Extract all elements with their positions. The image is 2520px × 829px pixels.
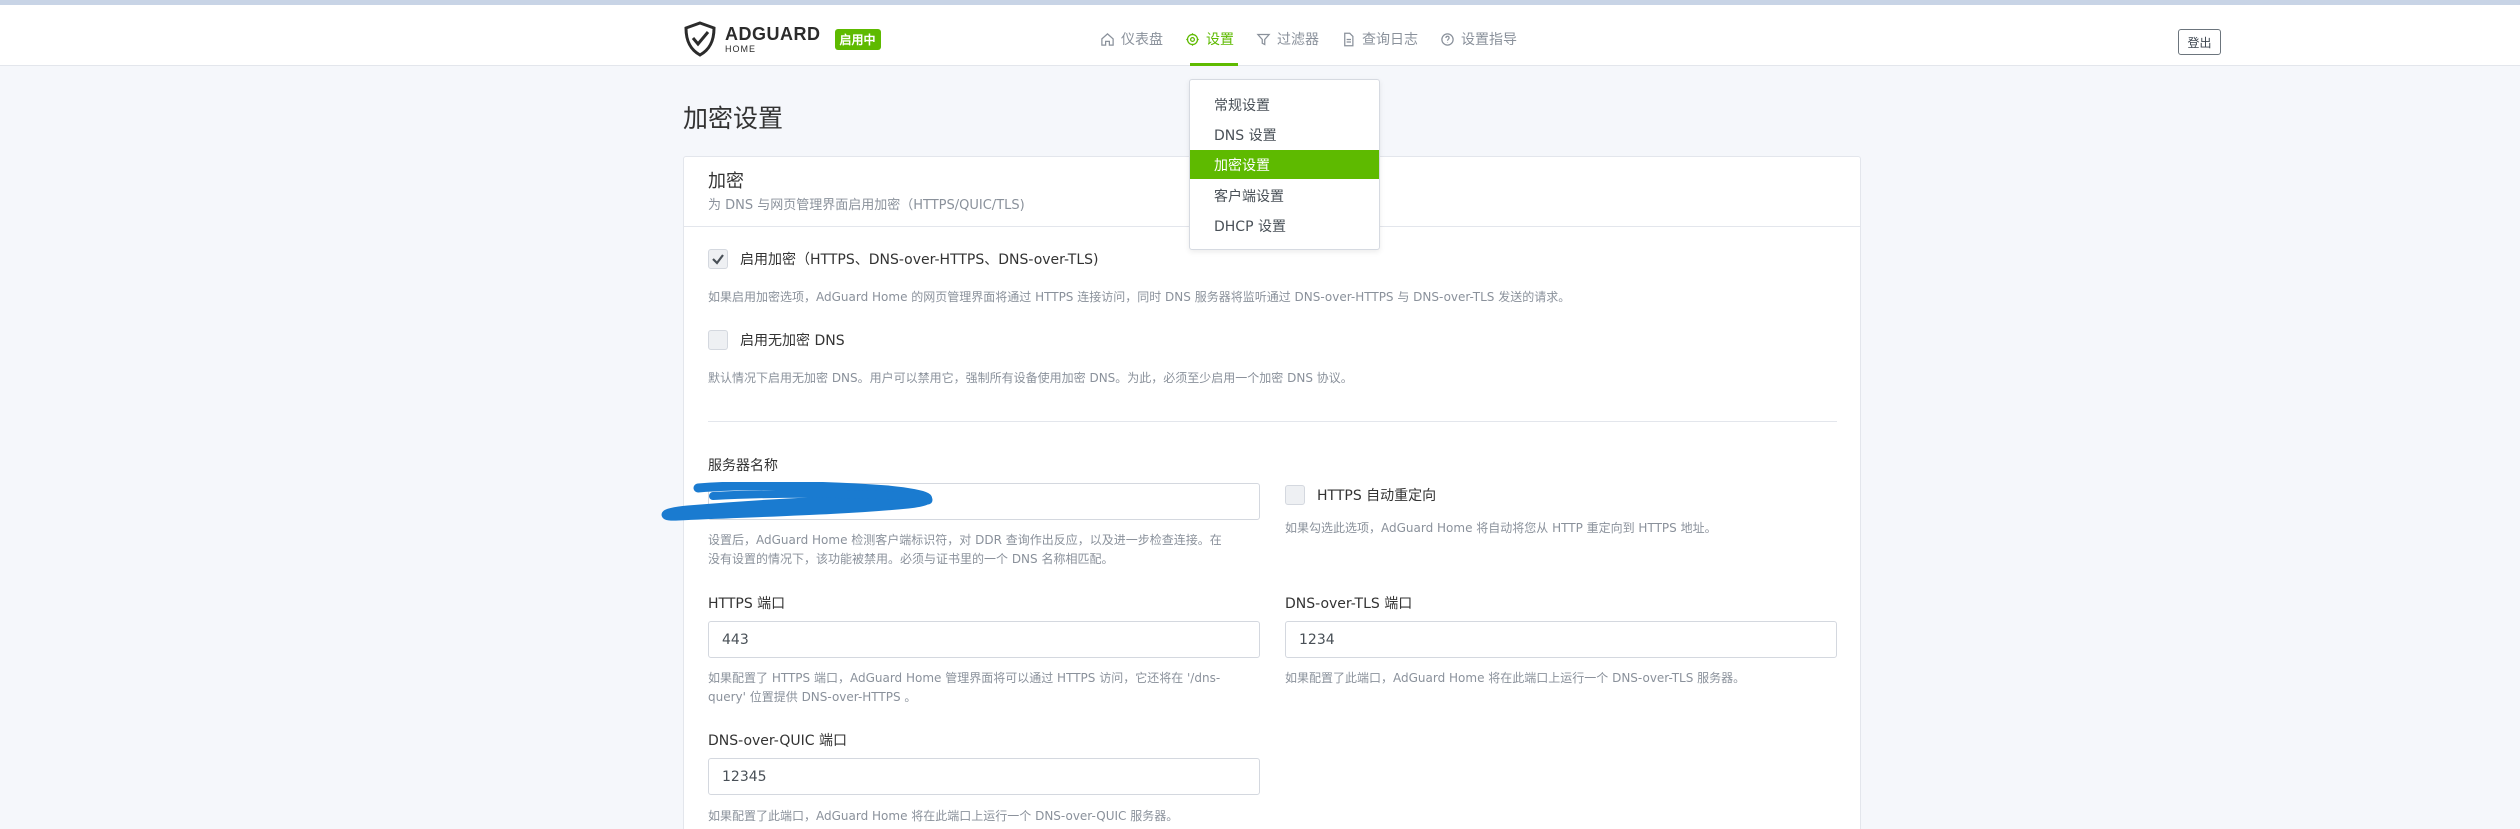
nav-filters-label: 过滤器	[1277, 32, 1319, 48]
menu-item-client-settings[interactable]: 客户端设置	[1190, 181, 1379, 210]
https-port-input[interactable]: 443	[708, 621, 1260, 658]
menu-item-encryption-settings[interactable]: 加密设置	[1190, 150, 1379, 179]
page-title: 加密设置	[683, 104, 784, 133]
https-port-label: HTTPS 端口	[708, 596, 786, 612]
logo-subtitle: HOME	[725, 43, 756, 54]
tls-port-input[interactable]: 1234	[1285, 621, 1837, 658]
logout-button[interactable]: 登出	[2178, 29, 2221, 55]
tls-port-label: DNS-over-TLS 端口	[1285, 596, 1413, 612]
menu-item-dns-settings[interactable]: DNS 设置	[1190, 120, 1379, 149]
server-name-label: 服务器名称	[708, 458, 778, 474]
check-icon	[712, 254, 724, 265]
server-name-help-line1: 设置后，AdGuard Home 检测客户端标识符，对 DDR 查询作出反应，以…	[708, 533, 1222, 547]
document-icon	[1344, 32, 1354, 46]
redaction-scribble	[661, 482, 933, 521]
enable-encryption-help: 如果启用加密选项，AdGuard Home 的网页管理界面将通过 HTTPS 连…	[708, 290, 1571, 304]
section-divider	[708, 421, 1837, 422]
nav-filters[interactable]: 过滤器	[1256, 27, 1319, 51]
https-redirect-label: HTTPS 自动重定向	[1317, 488, 1437, 504]
menu-item-general-settings[interactable]: 常规设置	[1190, 90, 1379, 119]
filter-icon	[1256, 33, 1271, 46]
menu-item-dhcp-settings[interactable]: DHCP 设置	[1190, 211, 1379, 240]
enable-plain-dns-checkbox[interactable]	[708, 330, 728, 350]
nav-dashboard[interactable]: 仪表盘	[1100, 27, 1163, 51]
nav-settings-label: 设置	[1206, 32, 1234, 48]
quic-port-label: DNS-over-QUIC 端口	[708, 733, 847, 749]
server-name-help-line2: 没有设置的情况下，该功能被禁用。必须与证书里的一个 DNS 名称相匹配。	[708, 552, 1114, 566]
card-subtitle: 为 DNS 与网页管理界面启用加密（HTTPS/QUIC/TLS)	[708, 198, 1025, 213]
https-redirect-help: 如果勾选此选项，AdGuard Home 将自动将您从 HTTP 重定向到 HT…	[1285, 521, 1717, 535]
help-circle-icon	[1441, 32, 1454, 46]
enable-encryption-checkbox[interactable]	[708, 249, 728, 269]
adguard-logo[interactable]: ADGUARD HOME 启用中	[683, 19, 881, 59]
nav-setup-guide[interactable]: 设置指导	[1440, 27, 1517, 51]
nav-query-log-label: 查询日志	[1362, 32, 1418, 48]
home-icon	[1101, 32, 1114, 46]
https-redirect-row: HTTPS 自动重定向	[1285, 485, 1436, 505]
nav-setup-guide-label: 设置指导	[1461, 32, 1517, 48]
enable-plain-dns-help: 默认情况下启用无加密 DNS。用户可以禁用它，强制所有设备使用加密 DNS。为此…	[708, 371, 1353, 385]
https-port-help-line2: query' 位置提供 DNS-over-HTTPS 。	[708, 690, 917, 704]
logo-title: ADGUARD	[725, 23, 821, 44]
settings-dropdown-menu: 常规设置 DNS 设置 加密设置 客户端设置 DHCP 设置	[1189, 79, 1380, 250]
tls-port-help: 如果配置了此端口，AdGuard Home 将在此端口上运行一个 DNS-ove…	[1285, 671, 1746, 685]
enable-plain-dns-label: 启用无加密 DNS	[740, 333, 845, 349]
quic-port-input[interactable]: 12345	[708, 758, 1260, 795]
shield-check-icon	[684, 21, 716, 57]
quic-port-help: 如果配置了此端口，AdGuard Home 将在此端口上运行一个 DNS-ove…	[708, 809, 1179, 823]
nav-active-indicator	[1190, 63, 1238, 66]
nav-dashboard-label: 仪表盘	[1121, 32, 1163, 48]
top-navbar: ADGUARD HOME 启用中 仪表盘 设置 过滤器 查询日志 设置指导 登出	[0, 0, 2520, 66]
gear-icon	[1186, 32, 1199, 46]
nav-query-log[interactable]: 查询日志	[1341, 27, 1418, 51]
enable-encryption-label: 启用加密（HTTPS、DNS-over-HTTPS、DNS-over-TLS)	[740, 252, 1099, 268]
status-badge: 启用中	[834, 28, 881, 50]
https-port-help-line1: 如果配置了 HTTPS 端口，AdGuard Home 管理界面将可以通过 HT…	[708, 671, 1221, 685]
nav-settings[interactable]: 设置	[1185, 27, 1234, 51]
https-redirect-checkbox[interactable]	[1285, 485, 1305, 505]
enable-encryption-row: 启用加密（HTTPS、DNS-over-HTTPS、DNS-over-TLS)	[708, 249, 1099, 269]
main-nav: 仪表盘 设置 过滤器 查询日志 设置指导	[1100, 27, 1539, 51]
card-title: 加密	[708, 171, 744, 192]
enable-plain-dns-row: 启用无加密 DNS	[708, 330, 845, 350]
